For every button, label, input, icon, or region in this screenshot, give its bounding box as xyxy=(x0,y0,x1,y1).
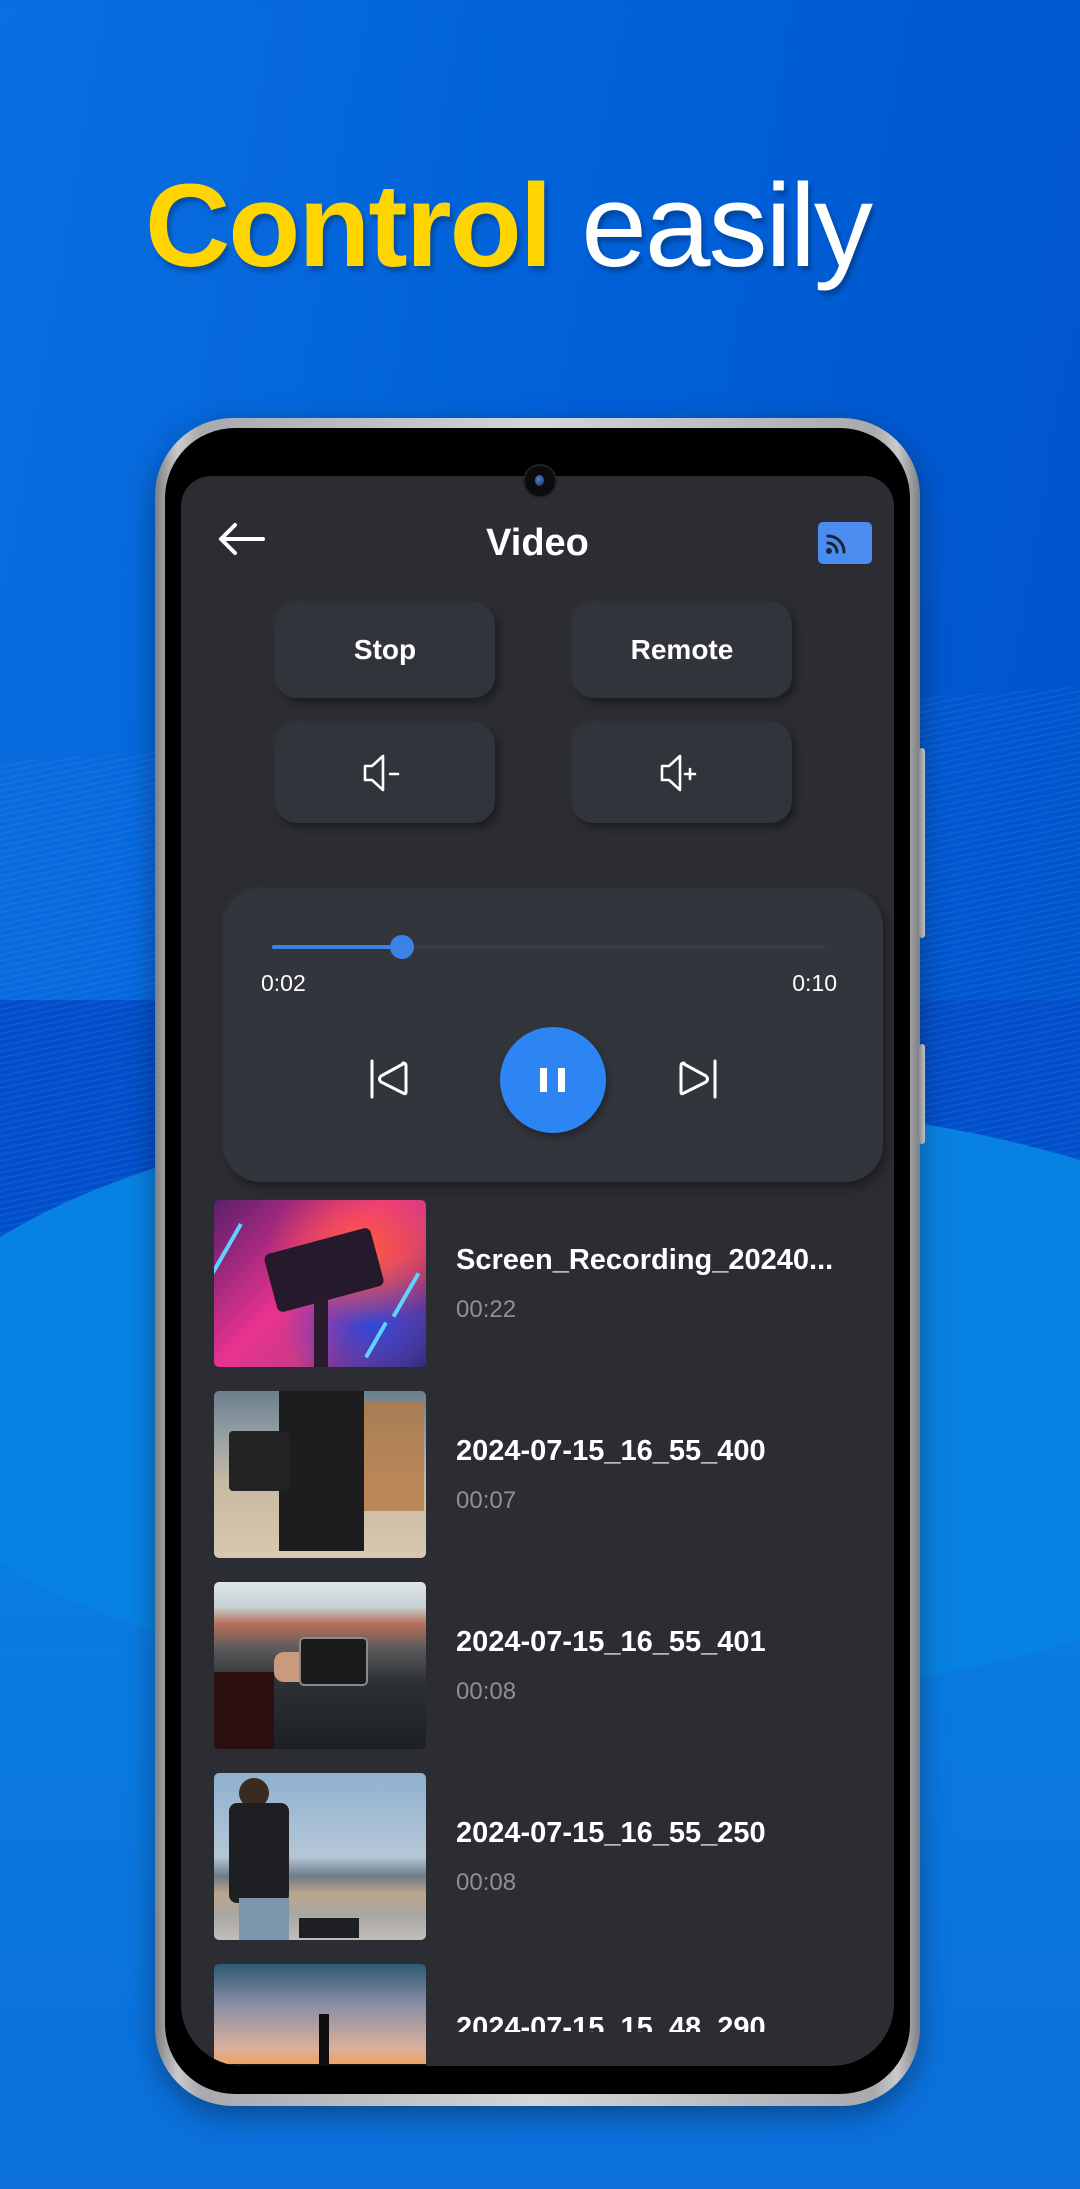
video-thumbnail xyxy=(214,1391,426,1558)
video-duration: 00:08 xyxy=(456,1869,517,1896)
video-list-item[interactable]: 2024-07-15_16_55_401 00:08 xyxy=(214,1582,894,1750)
seek-bar-progress xyxy=(272,945,402,949)
video-duration: 00:08 xyxy=(456,1678,517,1705)
skip-next-icon xyxy=(679,1059,717,1099)
video-title: 2024-07-15_16_55_400 xyxy=(456,1435,766,1467)
video-duration: 00:07 xyxy=(456,1487,517,1514)
app-screen: Video Stop Remote 0:02 0:10 Screen_Recor… xyxy=(181,476,894,2066)
seek-bar-thumb[interactable] xyxy=(389,935,414,959)
pause-icon xyxy=(540,1068,565,1092)
video-title: 2024-07-15_16_55_250 xyxy=(456,1817,766,1849)
stop-button[interactable]: Stop xyxy=(275,602,495,698)
video-duration: 00:22 xyxy=(456,1296,517,1323)
video-title: 2024-07-15_15_48_290 xyxy=(456,2012,766,2032)
video-list-item[interactable]: Screen_Recording_20240... 00:22 xyxy=(214,1200,894,1368)
volume-up-button[interactable] xyxy=(572,722,792,823)
cast-icon xyxy=(826,534,846,554)
video-title: 2024-07-15_16_55_401 xyxy=(456,1626,766,1658)
next-button[interactable] xyxy=(676,1056,720,1107)
phone-side-button xyxy=(919,748,925,938)
video-list-item[interactable]: 2024-07-15_16_55_400 00:07 xyxy=(214,1391,894,1559)
seek-bar[interactable] xyxy=(272,935,825,959)
video-list-item[interactable]: 2024-07-15_15_48_290 xyxy=(214,1964,894,2066)
cast-button[interactable] xyxy=(818,522,872,564)
remote-button-label: Remote xyxy=(630,634,734,665)
video-list-item[interactable]: 2024-07-15_16_55_250 00:08 xyxy=(214,1773,894,1941)
remote-button[interactable]: Remote xyxy=(572,602,792,698)
front-camera xyxy=(522,464,557,498)
video-title: Screen_Recording_20240... xyxy=(456,1244,834,1276)
previous-button[interactable] xyxy=(367,1056,411,1107)
video-thumbnail xyxy=(214,1200,426,1367)
phone-side-button xyxy=(919,1044,925,1144)
headline-rest: easily xyxy=(550,160,873,292)
total-time: 0:10 xyxy=(792,970,837,996)
phone-bezel: Video Stop Remote 0:02 0:10 Screen_Recor… xyxy=(165,428,910,2094)
pause-button[interactable] xyxy=(500,1027,606,1133)
skip-previous-icon xyxy=(370,1059,408,1099)
stop-button-label: Stop xyxy=(353,634,417,665)
phone-frame: Video Stop Remote 0:02 0:10 Screen_Recor… xyxy=(155,418,925,2106)
page-title: Video xyxy=(486,522,589,564)
video-thumbnail xyxy=(214,1582,426,1749)
headline-highlight: Control xyxy=(145,160,552,292)
promo-headline: Control easily xyxy=(0,158,1016,294)
volume-up-icon xyxy=(660,754,697,791)
volume-down-button[interactable] xyxy=(275,722,495,823)
video-thumbnail xyxy=(214,1773,426,1940)
volume-down-icon xyxy=(363,754,400,791)
video-thumbnail xyxy=(214,1964,426,2066)
player-card: 0:02 0:10 xyxy=(223,888,883,1182)
current-time: 0:02 xyxy=(261,970,306,996)
